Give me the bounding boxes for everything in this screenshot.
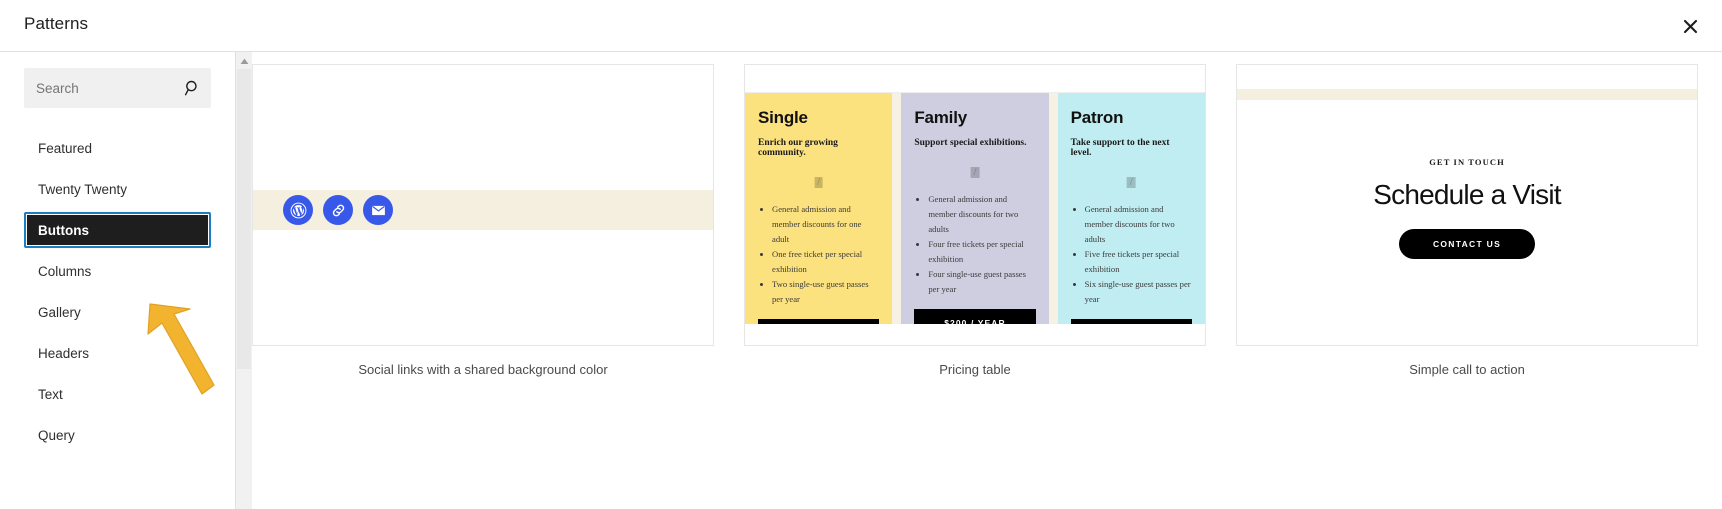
cta-body: GET IN TOUCH Schedule a Visit CONTACT US [1237, 100, 1697, 345]
price-title: Single [758, 108, 808, 127]
scrollbar-thumb[interactable] [237, 69, 251, 369]
sidebar-item-label: Columns [38, 263, 92, 279]
sidebar-item-label: Featured [38, 140, 93, 156]
cta-eyebrow: GET IN TOUCH [1429, 156, 1505, 167]
sidebar-item-query[interactable]: Query [24, 417, 211, 453]
cta-accent-strip [1237, 89, 1697, 100]
price-feature: Five free tickets per special exhibition [1085, 247, 1192, 277]
sidebar-item-headers[interactable]: Headers [24, 335, 211, 371]
pattern-preview-pricing-table[interactable]: Single Enrich our growing community. Gen… [744, 64, 1206, 346]
triangle-up-icon [240, 52, 249, 70]
cta-heading: Schedule a Visit [1373, 178, 1561, 210]
search-icon[interactable] [184, 80, 201, 97]
mail-icon[interactable] [363, 195, 393, 225]
price-feature: One free ticket per special exhibition [772, 247, 879, 277]
sidebar-item-columns[interactable]: Columns [24, 253, 211, 289]
pattern-caption: Social links with a shared background co… [358, 362, 608, 377]
price-title: Family [914, 108, 967, 127]
scroll-up-button[interactable] [236, 52, 252, 69]
cta-contact-button[interactable]: CONTACT US [1398, 228, 1536, 259]
sidebar-item-text[interactable]: Text [24, 376, 211, 412]
sidebar-item-label: Twenty Twenty [38, 181, 128, 197]
sidebar-item-buttons[interactable]: Buttons [24, 212, 211, 248]
price-column-patron: Patron Take support to the next level. G… [1057, 93, 1205, 324]
price-column-family: Family Support special exhibitions. Gene… [901, 93, 1049, 324]
sidebar-item-label: Text [38, 386, 63, 402]
price-feature: General admission and member discounts f… [928, 192, 1035, 237]
link-icon[interactable] [323, 195, 353, 225]
pattern-caption: Pricing table [939, 362, 1011, 377]
wordpress-icon[interactable] [283, 195, 313, 225]
modal-body: Featured Twenty Twenty Buttons Columns G… [0, 52, 1722, 509]
price-feature: General admission and member discounts f… [772, 202, 879, 247]
price-feature-list: General admission and member discounts f… [1071, 202, 1192, 307]
search-input[interactable] [24, 68, 211, 108]
pattern-category-list: Featured Twenty Twenty Buttons Columns G… [24, 130, 211, 453]
price-column-single: Single Enrich our growing community. Gen… [745, 93, 893, 324]
pattern-cell-pricing-table: Single Enrich our growing community. Gen… [744, 64, 1206, 509]
price-subtitle: Support special exhibitions. [914, 138, 1027, 148]
price-button[interactable]: $200 / YEAR [914, 309, 1036, 324]
pattern-cell-social-links: Social links with a shared background co… [252, 64, 714, 509]
pricing-footer [745, 324, 1205, 345]
price-feature: General admission and member discounts f… [1085, 202, 1192, 247]
price-feature-list: General admission and member discounts f… [758, 202, 879, 307]
sidebar-item-featured[interactable]: Featured [24, 130, 211, 166]
price-feature: Four single-use guest passes per year [928, 267, 1035, 297]
close-button[interactable] [1672, 8, 1708, 44]
pattern-cell-call-to-action: GET IN TOUCH Schedule a Visit CONTACT US… [1236, 64, 1698, 509]
pattern-caption: Simple call to action [1409, 362, 1525, 377]
patterns-grid: Social links with a shared background co… [252, 52, 1722, 509]
price-feature: Six single-use guest passes per year [1085, 277, 1192, 307]
pricing-columns: Single Enrich our growing community. Gen… [745, 93, 1205, 324]
page-title: Patterns [24, 14, 89, 33]
pricing-table: Single Enrich our growing community. Gen… [745, 65, 1205, 345]
price-button[interactable]: $110 / YEAR [758, 319, 880, 324]
pattern-preview-social-links[interactable] [252, 64, 714, 346]
sidebar-item-twenty-twenty[interactable]: Twenty Twenty [24, 171, 211, 207]
vertical-scrollbar[interactable] [236, 52, 252, 509]
sidebar: Featured Twenty Twenty Buttons Columns G… [0, 52, 235, 509]
price-feature: Four free tickets per special exhibition [928, 237, 1035, 267]
patterns-content-area: Social links with a shared background co… [235, 52, 1722, 509]
sidebar-item-label: Gallery [38, 304, 81, 320]
search-field[interactable] [24, 68, 211, 108]
close-icon [1683, 19, 1698, 34]
pricing-topbar [745, 65, 1205, 93]
price-button[interactable]: $400 / YEAR [1070, 319, 1192, 324]
social-links-strip [253, 190, 713, 230]
price-feature: Two single-use guest passes per year [772, 277, 879, 307]
modal-header: Patterns [0, 0, 1722, 52]
sidebar-item-label: Headers [38, 345, 90, 361]
pattern-preview-call-to-action[interactable]: GET IN TOUCH Schedule a Visit CONTACT US [1236, 64, 1698, 346]
sidebar-item-gallery[interactable]: Gallery [24, 294, 211, 330]
price-subtitle: Enrich our growing community. [758, 138, 838, 158]
price-subtitle: Take support to the next level. [1070, 138, 1170, 158]
price-title: Patron [1070, 108, 1124, 127]
price-feature-list: General admission and member discounts f… [914, 192, 1035, 297]
sidebar-item-label: Query [38, 427, 75, 443]
call-to-action: GET IN TOUCH Schedule a Visit CONTACT US [1237, 65, 1697, 345]
sidebar-item-label: Buttons [38, 222, 89, 238]
